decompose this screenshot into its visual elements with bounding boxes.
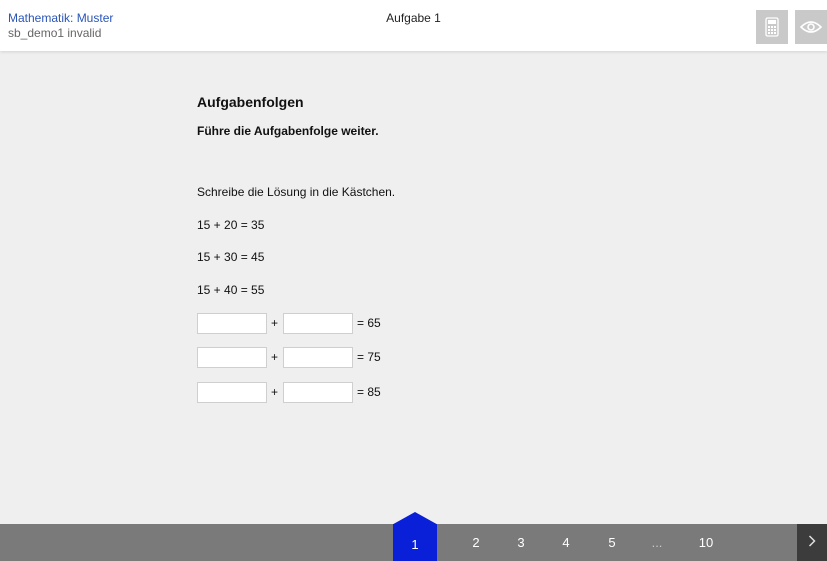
- session-subtitle: sb_demo1 invalid: [8, 26, 102, 40]
- nav-item[interactable]: 2: [458, 524, 494, 561]
- answer-input-second[interactable]: [283, 313, 353, 334]
- eye-button[interactable]: [795, 10, 827, 44]
- answer-row: + = 75: [197, 347, 497, 368]
- example-equation: 15 + 40 = 55: [197, 283, 265, 297]
- answer-input-first[interactable]: [197, 313, 267, 334]
- nav-item[interactable]: 4: [548, 524, 584, 561]
- result-label: = 65: [357, 316, 381, 330]
- calculator-button[interactable]: [756, 10, 788, 44]
- operator-label: +: [271, 350, 279, 364]
- nav-ellipsis: ...: [651, 535, 663, 550]
- operator-label: +: [271, 385, 279, 399]
- eye-icon: [800, 20, 822, 34]
- example-equation: 15 + 20 = 35: [197, 218, 265, 232]
- answer-input-second[interactable]: [283, 382, 353, 403]
- nav-item[interactable]: 3: [503, 524, 539, 561]
- chevron-right-icon: [808, 534, 816, 552]
- answer-row: + = 85: [197, 382, 497, 403]
- next-page-button[interactable]: [797, 524, 827, 561]
- calculator-icon: [765, 17, 779, 37]
- task-heading: Aufgabenfolgen: [197, 94, 304, 110]
- task-title: Aufgabe 1: [386, 11, 441, 25]
- nav-item-active[interactable]: 1: [393, 512, 437, 561]
- answer-input-second[interactable]: [283, 347, 353, 368]
- task-subheading: Führe die Aufgabenfolge weiter.: [197, 124, 379, 138]
- operator-label: +: [271, 316, 279, 330]
- answer-input-first[interactable]: [197, 382, 267, 403]
- task-instruction: Schreibe die Lösung in die Kästchen.: [197, 185, 396, 199]
- result-label: = 75: [357, 350, 381, 364]
- answer-input-first[interactable]: [197, 347, 267, 368]
- result-label: = 85: [357, 385, 381, 399]
- header-bar: Mathematik: Muster sb_demo1 invalid Aufg…: [0, 0, 827, 51]
- answer-row: + = 65: [197, 313, 497, 334]
- example-equation: 15 + 30 = 45: [197, 250, 265, 264]
- nav-item[interactable]: 5: [594, 524, 630, 561]
- nav-item[interactable]: 10: [688, 524, 724, 561]
